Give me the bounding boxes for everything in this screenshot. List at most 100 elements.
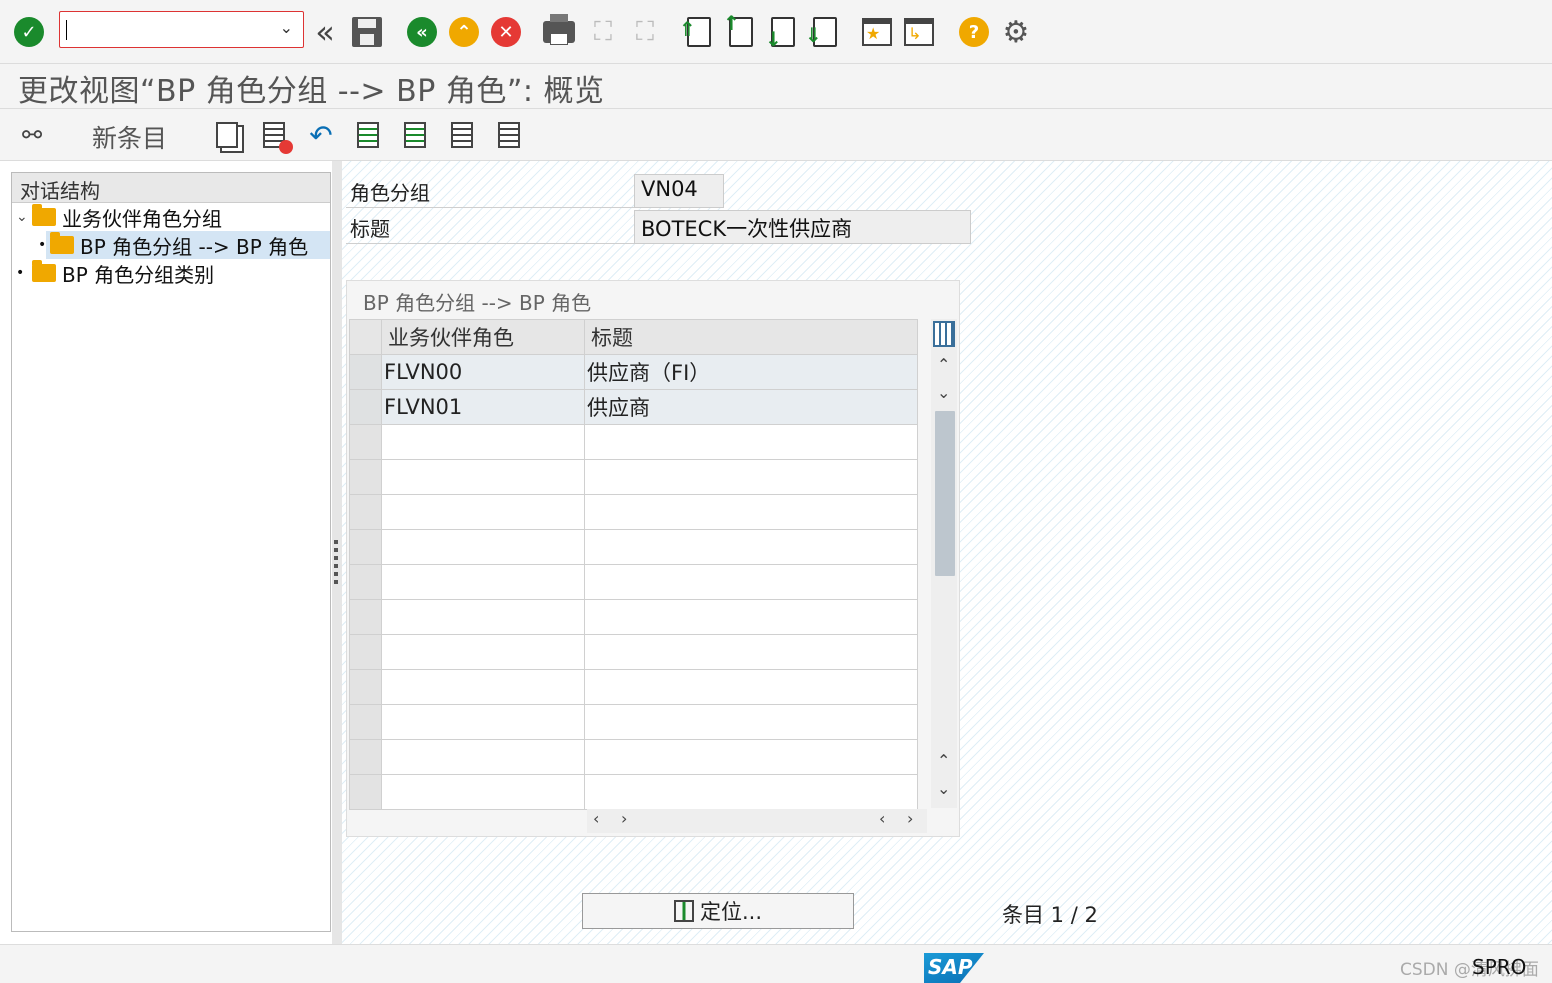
status-bar: SAP CSDN @清风拂面 SPRO xyxy=(0,944,1552,983)
command-field[interactable]: ⌄ xyxy=(59,11,304,48)
cell-role[interactable] xyxy=(381,564,585,600)
cancel-icon[interactable]: ✕ xyxy=(489,12,523,52)
tree-item-role-grouping[interactable]: ⌄ 业务伙伴角色分组 xyxy=(16,203,222,231)
row-selector[interactable] xyxy=(349,669,382,705)
exit-icon[interactable]: ⌃ xyxy=(447,12,481,52)
row-selector[interactable] xyxy=(349,564,382,600)
table-row[interactable] xyxy=(349,424,918,460)
tree-item-bp-role-group-role[interactable]: • BP 角色分组 --> BP 角色 xyxy=(38,231,330,259)
print-icon[interactable] xyxy=(542,12,576,52)
cell-role[interactable]: FLVN00 xyxy=(381,354,585,390)
scroll-left-icon[interactable]: ‹ xyxy=(879,809,885,828)
scroll-down-icon[interactable]: ⌄ xyxy=(937,383,950,402)
new-session-icon[interactable]: ★ xyxy=(860,12,894,52)
cell-role[interactable] xyxy=(381,774,585,810)
table-row[interactable] xyxy=(349,529,918,565)
previous-page-icon[interactable]: ↑ xyxy=(723,12,758,52)
undo-icon[interactable]: ↶ xyxy=(305,119,337,152)
new-entries-button[interactable]: 新条目 xyxy=(92,119,167,155)
row-selector[interactable] xyxy=(349,424,382,460)
cell-role[interactable] xyxy=(381,634,585,670)
horizontal-scrollbar[interactable]: ‹ › ‹ › xyxy=(587,809,927,833)
tree-item-role-group-category[interactable]: • BP 角色分组类别 xyxy=(16,259,214,287)
table-row[interactable] xyxy=(349,494,918,530)
select-block-icon[interactable] xyxy=(399,119,431,151)
display-change-icon[interactable]: ⚯ xyxy=(16,119,48,151)
row-selector[interactable] xyxy=(349,529,382,565)
table-row[interactable] xyxy=(349,704,918,740)
cell-title xyxy=(584,774,918,810)
enter-icon[interactable]: ✓ xyxy=(12,12,46,52)
scroll-right-icon[interactable]: › xyxy=(621,809,627,828)
cell-role[interactable] xyxy=(381,494,585,530)
table-row[interactable] xyxy=(349,774,918,810)
cell-role[interactable] xyxy=(381,529,585,565)
content-pane: 角色分组 VN04 标题 BOTECK一次性供应商 BP 角色分组 --> BP… xyxy=(342,161,1552,944)
table-row[interactable] xyxy=(349,739,918,775)
row-selector[interactable] xyxy=(349,599,382,635)
back-arrows-icon[interactable]: « xyxy=(308,12,342,52)
chevron-down-icon[interactable]: ⌄ xyxy=(280,18,293,37)
deselect-all-icon[interactable] xyxy=(446,119,478,151)
back-icon[interactable]: « xyxy=(405,12,439,52)
scrollbar-thumb[interactable] xyxy=(935,411,955,576)
copy-as-icon[interactable] xyxy=(211,119,243,151)
cell-role[interactable] xyxy=(381,459,585,495)
row-selector[interactable] xyxy=(349,494,382,530)
cell-role[interactable] xyxy=(381,739,585,775)
row-selector[interactable] xyxy=(349,774,382,810)
next-page-icon[interactable]: ↓ xyxy=(765,12,800,52)
table-row[interactable] xyxy=(349,634,918,670)
row-selector[interactable] xyxy=(349,704,382,740)
row-selector[interactable] xyxy=(349,739,382,775)
splitter-handle-icon[interactable] xyxy=(334,540,338,588)
table-row[interactable] xyxy=(349,459,918,495)
print-field-list-icon[interactable] xyxy=(493,119,525,151)
scroll-left-icon[interactable]: ‹ xyxy=(593,809,599,828)
tree-header: 对话结构 xyxy=(12,173,330,203)
cell-title: 供应商（FI） xyxy=(584,354,918,390)
locate-button[interactable]: 定位... xyxy=(582,893,854,929)
row-selector[interactable] xyxy=(349,634,382,670)
table-row[interactable] xyxy=(349,599,918,635)
title-field[interactable]: BOTECK一次性供应商 xyxy=(634,210,971,244)
column-header-role[interactable]: 业务伙伴角色 xyxy=(381,319,585,355)
select-all-icon[interactable] xyxy=(352,119,384,151)
table-row[interactable]: FLVN01 供应商 xyxy=(349,389,918,425)
sap-logo-text: SAP xyxy=(928,955,973,979)
scroll-page-up-icon[interactable]: ⌃ xyxy=(937,751,950,770)
scroll-up-icon[interactable]: ⌃ xyxy=(937,355,950,374)
settings-icon[interactable]: ⚙ xyxy=(999,12,1033,52)
column-config-icon[interactable] xyxy=(933,321,955,347)
cell-title xyxy=(584,599,918,635)
find-next-icon[interactable]: ⛶ xyxy=(628,12,662,52)
cell-role[interactable] xyxy=(381,424,585,460)
table-row[interactable]: FLVN00 供应商（FI） xyxy=(349,354,918,390)
delete-icon[interactable] xyxy=(258,119,293,154)
locate-icon xyxy=(673,900,694,922)
table-row[interactable] xyxy=(349,669,918,705)
transaction-code[interactable]: SPRO xyxy=(1472,955,1526,979)
scroll-right-icon[interactable]: › xyxy=(907,809,913,828)
chevron-down-icon[interactable]: ⌄ xyxy=(16,209,32,225)
role-group-field[interactable]: VN04 xyxy=(634,174,724,208)
cell-role[interactable]: FLVN01 xyxy=(381,389,585,425)
cell-role[interactable] xyxy=(381,704,585,740)
scroll-page-down-icon[interactable]: ⌄ xyxy=(937,779,950,798)
select-all-column[interactable] xyxy=(349,319,382,355)
help-icon[interactable]: ? xyxy=(957,12,991,52)
row-selector[interactable] xyxy=(349,459,382,495)
save-icon[interactable] xyxy=(350,12,384,52)
tree-item-label: BP 角色分组 --> BP 角色 xyxy=(80,234,309,259)
cell-role[interactable] xyxy=(381,599,585,635)
role-group-label: 角色分组 xyxy=(346,175,634,208)
find-icon[interactable]: ⛶ xyxy=(586,12,620,52)
first-page-icon[interactable]: ⇑ xyxy=(679,12,716,52)
row-selector[interactable] xyxy=(349,354,382,390)
row-selector[interactable] xyxy=(349,389,382,425)
shortcut-icon[interactable]: ↳ xyxy=(902,12,936,52)
last-page-icon[interactable]: ⇓ xyxy=(805,12,842,52)
column-header-title[interactable]: 标题 xyxy=(584,319,918,355)
table-row[interactable] xyxy=(349,564,918,600)
cell-role[interactable] xyxy=(381,669,585,705)
